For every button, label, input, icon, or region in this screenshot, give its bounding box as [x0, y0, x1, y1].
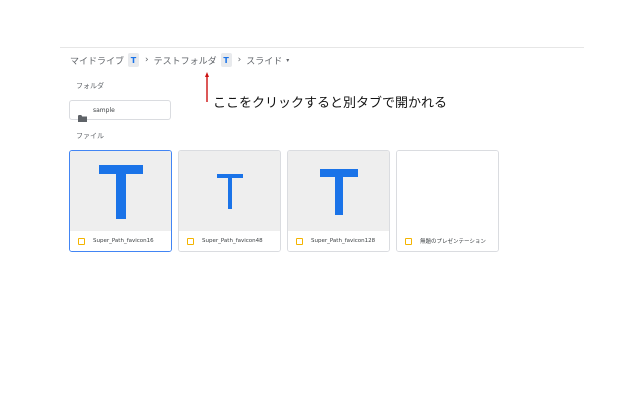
annotation-text: ここをクリックすると別タブで開かれる	[213, 96, 448, 111]
file-card[interactable]: Super_Path_favicon16	[69, 150, 172, 252]
file-name: Super_Path_favicon16	[93, 238, 154, 244]
file-footer: Super_Path_favicon16	[70, 231, 171, 251]
file-card[interactable]: Super_Path_favicon128	[287, 150, 390, 252]
breadcrumb-my-drive[interactable]: マイドライブ	[70, 54, 124, 67]
file-name: Super_Path_favicon128	[311, 238, 376, 244]
slides-icon	[405, 237, 412, 245]
file-card[interactable]: 無題のプレゼンテーション	[396, 150, 499, 252]
breadcrumb-test-folder[interactable]: テストフォルダ	[154, 54, 217, 67]
breadcrumb-t-badge-icon[interactable]: T	[128, 53, 140, 67]
chevron-right-icon: ›	[145, 55, 149, 65]
chevron-right-icon: ›	[237, 55, 242, 65]
t-letter-icon	[319, 168, 358, 215]
file-thumbnail	[70, 151, 171, 232]
file-footer: Super_Path_favicon128	[288, 231, 389, 251]
files-section-label: ファイル	[76, 132, 104, 140]
file-name: Super_Path_favicon48	[202, 238, 263, 244]
breadcrumb-current-folder[interactable]: スライド	[246, 54, 282, 67]
folder-card-sample[interactable]: sample	[69, 100, 171, 122]
breadcrumb: マイドライブ T › テストフォルダ T › スライド ▾	[70, 51, 289, 69]
file-name: 無題のプレゼンテーション	[420, 239, 486, 245]
breadcrumb-t-badge-icon[interactable]: T	[220, 53, 232, 67]
file-card[interactable]: Super_Path_favicon48	[178, 150, 281, 252]
t-letter-icon	[98, 164, 143, 219]
file-thumbnail	[397, 151, 498, 232]
slides-icon	[78, 237, 85, 245]
slides-icon	[187, 237, 194, 245]
caret-down-icon[interactable]: ▾	[286, 57, 289, 64]
folder-icon	[78, 107, 87, 122]
file-footer: 無題のプレゼンテーション	[397, 231, 498, 251]
slides-icon	[296, 237, 303, 245]
t-letter-icon	[216, 174, 243, 209]
annotation-arrow-icon	[205, 72, 209, 102]
file-footer: Super_Path_favicon48	[179, 231, 280, 251]
file-thumbnail	[179, 151, 280, 232]
drive-window: マイドライブ T › テストフォルダ T › スライド ▾ フォルダ sampl…	[0, 0, 640, 400]
folder-name: sample	[93, 106, 115, 114]
folders-section-label: フォルダ	[76, 82, 104, 90]
header-divider	[60, 47, 584, 48]
file-thumbnail	[288, 151, 389, 232]
